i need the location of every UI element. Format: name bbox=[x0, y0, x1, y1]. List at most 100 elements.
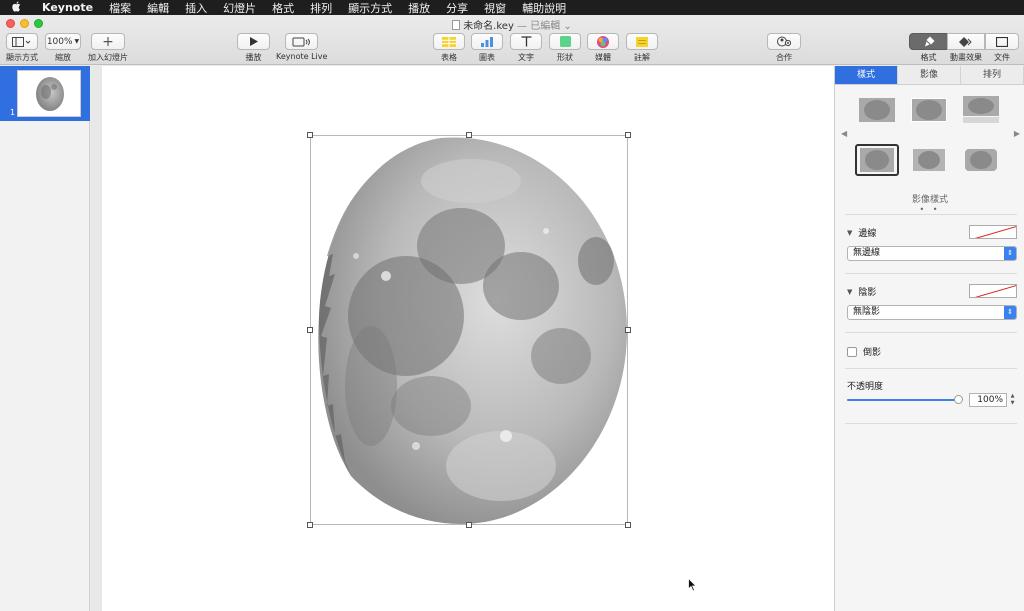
resize-handle-bottom-left[interactable] bbox=[307, 522, 313, 528]
slide[interactable] bbox=[102, 66, 834, 611]
table-button[interactable] bbox=[433, 33, 465, 50]
menu-insert[interactable]: 插入 bbox=[177, 0, 215, 16]
play-label: 播放 bbox=[245, 53, 262, 62]
disclosure-triangle-icon: ▼ bbox=[847, 228, 853, 237]
slide-thumbnail[interactable] bbox=[17, 70, 81, 117]
shadow-color-swatch[interactable] bbox=[969, 284, 1017, 298]
selected-image-frame[interactable] bbox=[307, 132, 631, 528]
shape-button[interactable] bbox=[549, 33, 581, 50]
document-edited-status: — 已編輯 ⌄ bbox=[517, 21, 572, 32]
resize-handle-bottom[interactable] bbox=[466, 522, 472, 528]
document-title[interactable]: 未命名.key — 已編輯 ⌄ bbox=[0, 17, 1024, 32]
resize-handle-left[interactable] bbox=[307, 327, 313, 333]
divider bbox=[845, 332, 1017, 333]
media-button[interactable] bbox=[587, 33, 619, 50]
window-toolbar: 未命名.key — 已編輯 ⌄ 顯示方式 100% ▼ 縮放 + 加入幻燈片 播放… bbox=[0, 15, 1024, 65]
text-button[interactable] bbox=[510, 33, 542, 50]
chart-label: 圖表 bbox=[479, 53, 495, 62]
image-styles-grid bbox=[855, 94, 1015, 176]
menu-window[interactable]: 視窗 bbox=[476, 0, 514, 16]
document-control: 文件 bbox=[985, 33, 1019, 63]
opacity-slider[interactable] bbox=[847, 395, 963, 404]
shadow-style-value: 無陰影 bbox=[853, 307, 881, 317]
reflection-checkbox[interactable] bbox=[847, 346, 857, 357]
tab-arrange[interactable]: 排列 bbox=[961, 66, 1024, 84]
moon-image[interactable] bbox=[311, 136, 627, 524]
play-icon bbox=[249, 37, 258, 46]
play-button[interactable] bbox=[237, 33, 270, 50]
resize-handle-top-right[interactable] bbox=[625, 132, 631, 138]
document-button[interactable] bbox=[985, 33, 1019, 50]
slide-canvas bbox=[91, 66, 834, 611]
opacity-slider-fill bbox=[847, 399, 959, 401]
resize-handle-top-left[interactable] bbox=[307, 132, 313, 138]
menu-slide[interactable]: 幻燈片 bbox=[215, 0, 264, 16]
format-button[interactable] bbox=[909, 33, 948, 50]
table-icon bbox=[442, 36, 456, 47]
menu-view[interactable]: 顯示方式 bbox=[340, 0, 400, 16]
chevron-down-icon: ▼ bbox=[74, 38, 80, 45]
menu-keynote[interactable]: Keynote bbox=[34, 1, 101, 14]
chart-icon bbox=[481, 36, 493, 47]
resize-handle-bottom-right[interactable] bbox=[625, 522, 631, 528]
opacity-slider-knob[interactable] bbox=[954, 395, 963, 404]
play-control: 播放 bbox=[237, 33, 270, 63]
mouse-cursor-icon bbox=[688, 577, 697, 595]
border-section-header[interactable]: ▼ 邊線 bbox=[847, 226, 876, 240]
menu-format[interactable]: 格式 bbox=[264, 0, 302, 16]
image-style-3[interactable] bbox=[959, 94, 1003, 126]
chevron-updown-icon: ⇕ bbox=[1004, 306, 1016, 319]
apple-logo-icon[interactable] bbox=[0, 1, 34, 15]
animate-control: 動畫效果 bbox=[947, 33, 985, 63]
image-style-2[interactable] bbox=[907, 94, 951, 126]
animate-label: 動畫效果 bbox=[950, 53, 982, 62]
comment-icon bbox=[636, 36, 648, 47]
keynote-live-icon bbox=[292, 37, 310, 46]
format-control: 格式 bbox=[909, 33, 948, 63]
collaborate-button[interactable] bbox=[767, 33, 801, 50]
menu-help[interactable]: 輔助說明 bbox=[514, 0, 574, 16]
resize-handle-right[interactable] bbox=[625, 327, 631, 333]
moon-thumbnail-image bbox=[36, 76, 64, 111]
opacity-stepper[interactable]: ▲ ▼ bbox=[1009, 393, 1016, 407]
image-style-5[interactable] bbox=[907, 144, 951, 176]
border-style-select[interactable]: 無邊線 ⇕ bbox=[847, 246, 1017, 261]
image-style-4-selected[interactable] bbox=[855, 144, 899, 176]
image-style-6[interactable] bbox=[959, 144, 1003, 176]
divider bbox=[845, 214, 1017, 215]
animate-button[interactable] bbox=[947, 33, 985, 50]
document-setup-icon bbox=[996, 36, 1008, 47]
chevron-updown-icon: ⇕ bbox=[1004, 247, 1016, 260]
shadow-style-select[interactable]: 無陰影 ⇕ bbox=[847, 305, 1017, 320]
zoom-select[interactable]: 100% ▼ bbox=[45, 33, 81, 50]
zoom-label: 縮放 bbox=[55, 53, 71, 62]
opacity-input[interactable]: 100% bbox=[969, 393, 1007, 407]
menu-share[interactable]: 分享 bbox=[438, 0, 476, 16]
slide-number: 1 bbox=[10, 108, 16, 117]
styles-page-dots[interactable]: • • bbox=[835, 205, 1024, 214]
shape-label: 形狀 bbox=[557, 53, 573, 62]
shadow-section-header[interactable]: ▼ 陰影 bbox=[847, 285, 876, 299]
keynote-live-control: Keynote Live bbox=[276, 33, 327, 61]
menu-play[interactable]: 播放 bbox=[400, 0, 438, 16]
chart-button[interactable] bbox=[471, 33, 503, 50]
keynote-live-label: Keynote Live bbox=[276, 52, 328, 61]
menu-arrange[interactable]: 排列 bbox=[302, 0, 340, 16]
keynote-live-button[interactable] bbox=[285, 33, 319, 50]
previous-styles-arrow-icon[interactable]: ◀ bbox=[841, 129, 847, 138]
tab-image[interactable]: 影像 bbox=[898, 66, 961, 84]
comment-control: 註解 bbox=[626, 33, 658, 63]
collaborate-icon bbox=[777, 36, 791, 47]
menu-file[interactable]: 檔案 bbox=[101, 0, 139, 16]
tab-style[interactable]: 樣式 bbox=[835, 66, 898, 84]
slide-thumbnail-selected[interactable]: 1 bbox=[0, 66, 90, 121]
resize-handle-top[interactable] bbox=[466, 132, 472, 138]
opacity-row: 不透明度 bbox=[847, 379, 883, 392]
view-button[interactable] bbox=[6, 33, 38, 50]
add-slide-button[interactable]: + bbox=[91, 33, 125, 50]
reflection-label: 倒影 bbox=[863, 348, 882, 358]
menu-edit[interactable]: 編輯 bbox=[139, 0, 177, 16]
comment-button[interactable] bbox=[626, 33, 658, 50]
image-style-1[interactable] bbox=[855, 94, 899, 126]
border-color-swatch[interactable] bbox=[969, 225, 1017, 239]
